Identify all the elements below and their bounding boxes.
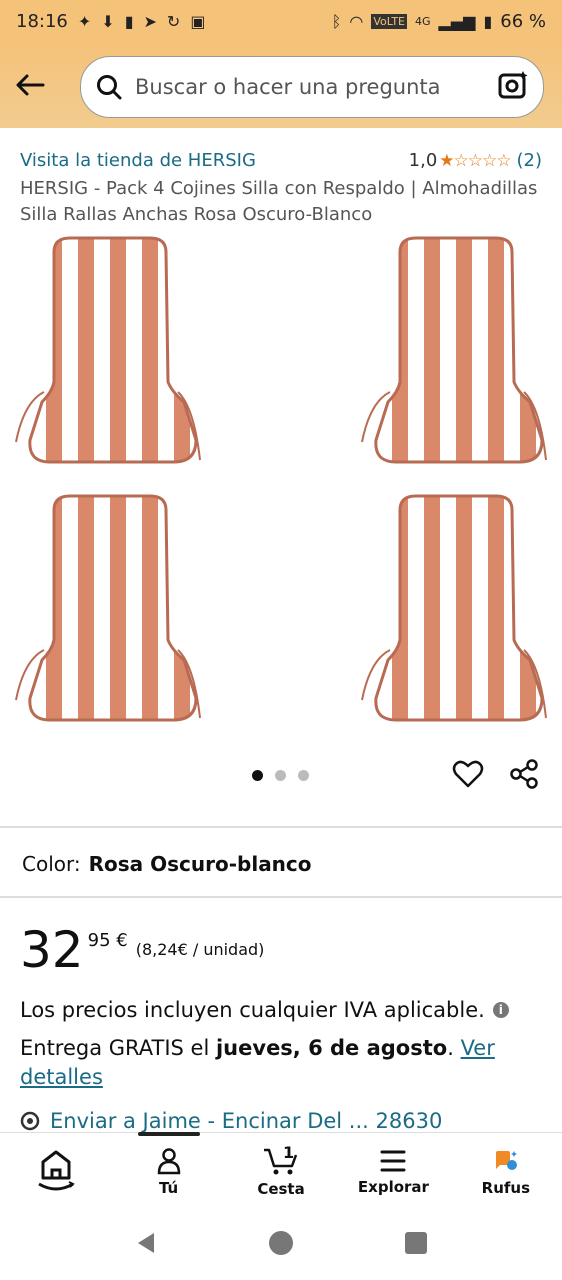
telegram-icon: ➤	[143, 11, 157, 31]
nav-cart-label: Cesta	[257, 1179, 305, 1198]
bluetooth-icon: ᛒ	[331, 11, 342, 31]
price-cents: 95 €	[87, 930, 128, 951]
delivery-date: jueves, 6 de agosto	[215, 1036, 448, 1060]
system-recents-button[interactable]	[404, 1231, 428, 1260]
cart-icon	[264, 1148, 298, 1174]
color-label: Color:	[22, 852, 81, 876]
nav-home[interactable]	[0, 1133, 112, 1210]
signal-icon: ▂▄▆	[438, 11, 476, 31]
camera-search-icon	[498, 70, 528, 98]
search-placeholder: Buscar o hacer una pregunta	[135, 75, 441, 99]
nav-explore[interactable]: Explorar	[337, 1133, 449, 1210]
image-pagination	[252, 770, 309, 781]
product-image[interactable]	[0, 230, 562, 740]
color-selector[interactable]: Color: Rosa Oscuro-blanco	[22, 852, 312, 876]
rating-count: (2)	[516, 150, 543, 171]
share-button[interactable]	[508, 758, 540, 795]
rating-value: 1,0	[408, 150, 438, 171]
system-nav-bar	[0, 1210, 562, 1280]
search-header: Buscar o hacer una pregunta	[0, 42, 562, 128]
rufus-icon	[495, 1150, 517, 1170]
nav-cart[interactable]: 1 Cesta	[225, 1133, 337, 1210]
system-back-button[interactable]	[134, 1231, 158, 1260]
price-per-unit: (8,24€ / unidad)	[135, 940, 265, 959]
user-icon	[157, 1147, 180, 1174]
app-icon: ▣	[190, 11, 206, 31]
wishlist-button[interactable]	[452, 758, 484, 795]
nav-you[interactable]: Tú	[112, 1133, 224, 1210]
network-type: 4G	[415, 14, 431, 28]
ship-to-location[interactable]: Enviar a Jaime - Encinar Del ... 28630	[20, 1109, 442, 1133]
triangle-back-icon	[138, 1232, 154, 1253]
camera-search-button[interactable]	[497, 69, 529, 106]
pagination-dot[interactable]	[298, 770, 309, 781]
tax-note: Los precios incluyen cualquier IVA aplic…	[20, 998, 509, 1022]
sync-icon: ↻	[166, 11, 181, 31]
product-title: HERSIG - Pack 4 Cojines Silla con Respal…	[20, 178, 538, 225]
wifi-icon: ◠	[349, 11, 364, 31]
store-rating-row: Visita la tienda de HERSIG 1,0 ★☆☆☆☆ (2)	[20, 150, 542, 171]
ship-to-text: Enviar a Jaime - Encinar Del ... 28630	[50, 1109, 443, 1133]
battery-icon: ▮	[483, 11, 493, 31]
square-recents-icon	[405, 1231, 427, 1254]
bottom-nav: Tú 1 Cesta Explorar Rufus	[0, 1132, 562, 1210]
system-home-button[interactable]	[268, 1230, 294, 1261]
delivery-prefix: Entrega GRATIS el	[20, 1036, 216, 1060]
back-button[interactable]	[0, 73, 60, 97]
share-icon	[510, 759, 538, 789]
status-bar: 18:16 ✦ ⬇ ▮ ➤ ↻ ▣ ᛒ ◠ VoLTE 4G ▂▄▆ ▮ 66 …	[0, 0, 562, 42]
volte-badge: VoLTE	[371, 13, 407, 29]
nav-you-label: Tú	[158, 1178, 179, 1197]
battery-small-icon: ▮	[124, 11, 134, 31]
price: 32 95 € (8,24€ / unidad)	[20, 922, 264, 978]
nav-rufus[interactable]: Rufus	[450, 1133, 562, 1210]
status-time: 18:16	[16, 10, 68, 32]
back-arrow-icon	[16, 74, 45, 96]
active-tab-indicator	[138, 1132, 200, 1136]
tax-note-text: Los precios incluyen cualquier IVA aplic…	[20, 998, 485, 1022]
delivery-suffix: .	[447, 1036, 461, 1060]
info-icon[interactable]: i	[492, 1002, 509, 1018]
search-input[interactable]: Buscar o hacer una pregunta	[80, 56, 544, 118]
battery-level: 66 %	[500, 10, 546, 32]
home-icon	[38, 1150, 75, 1190]
location-pin-icon	[20, 1111, 40, 1131]
divider	[0, 896, 562, 898]
heart-icon	[452, 760, 484, 788]
pagination-dot[interactable]	[275, 770, 286, 781]
color-value: Rosa Oscuro-blanco	[88, 852, 312, 876]
pagination-dot-active[interactable]	[252, 770, 263, 781]
store-link[interactable]: Visita la tienda de HERSIG	[20, 150, 256, 171]
circle-home-icon	[269, 1230, 293, 1255]
sparkle-icon: ✦	[77, 11, 92, 31]
rating-stars-icon: ★☆☆☆☆	[439, 150, 511, 171]
delivery-info: Entrega GRATIS el jueves, 6 de agosto. V…	[20, 1034, 540, 1092]
rating[interactable]: 1,0 ★☆☆☆☆ (2)	[409, 150, 542, 171]
nav-explore-label: Explorar	[357, 1177, 429, 1196]
cushions-image	[14, 236, 548, 722]
menu-icon	[380, 1150, 406, 1171]
search-icon	[97, 75, 122, 100]
nav-rufus-label: Rufus	[481, 1178, 531, 1197]
divider	[0, 826, 562, 828]
download-icon: ⬇	[101, 11, 115, 31]
cart-count: 1	[283, 1143, 295, 1162]
price-whole: 32	[20, 921, 84, 979]
